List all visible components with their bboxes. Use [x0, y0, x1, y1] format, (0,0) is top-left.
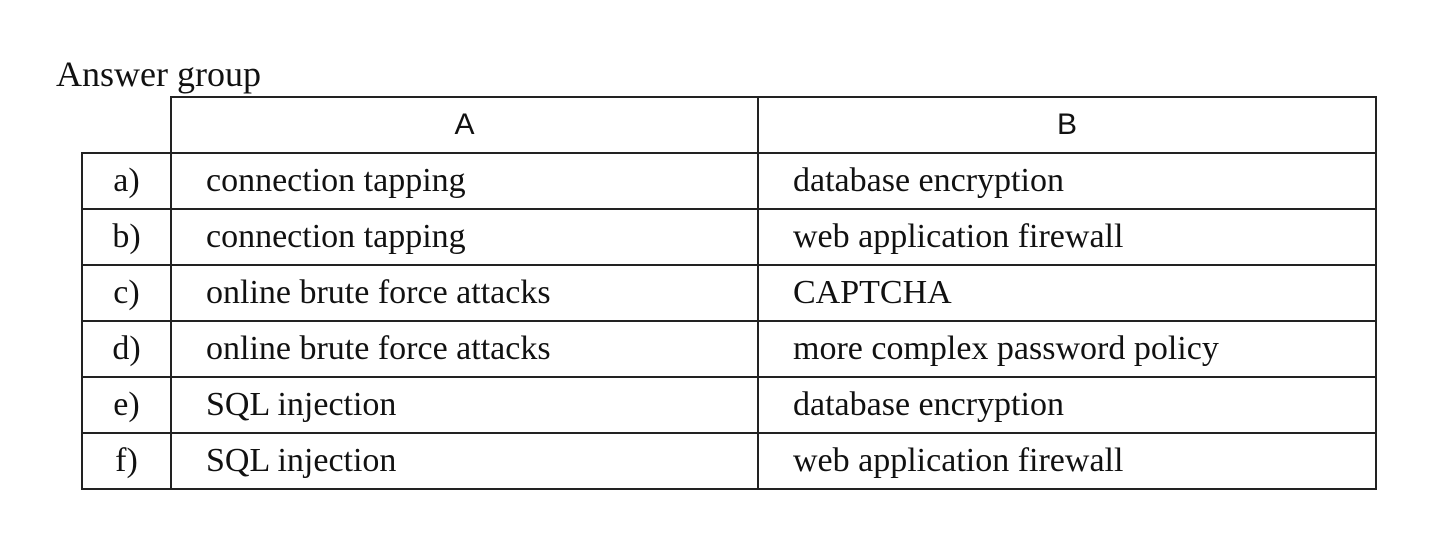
row-key: b) [81, 208, 172, 266]
column-b-cell: CAPTCHA [757, 264, 1377, 322]
table-corner-cell [82, 97, 172, 154]
row-key: e) [81, 376, 172, 434]
row-key: d) [81, 320, 172, 378]
table-row: c) online brute force attacks CAPTCHA [81, 264, 1377, 322]
column-header-b: B [757, 96, 1377, 154]
row-key: f) [81, 432, 172, 490]
column-b-cell: web application firewall [757, 208, 1377, 266]
column-b-cell: web application firewall [757, 432, 1377, 490]
table-row: d) online brute force attacks more compl… [81, 320, 1377, 378]
column-a-cell: online brute force attacks [170, 264, 759, 322]
table-row: f) SQL injection web application firewal… [81, 432, 1377, 490]
answer-table: A B a) connection tapping database encry… [81, 96, 1377, 490]
table-row: e) SQL injection database encryption [81, 376, 1377, 434]
column-a-cell: online brute force attacks [170, 320, 759, 378]
column-b-cell: database encryption [757, 152, 1377, 210]
table-row: b) connection tapping web application fi… [81, 208, 1377, 266]
column-b-cell: more complex password policy [757, 320, 1377, 378]
column-b-cell: database encryption [757, 376, 1377, 434]
column-a-cell: SQL injection [170, 376, 759, 434]
table-row: a) connection tapping database encryptio… [81, 152, 1377, 210]
column-a-cell: connection tapping [170, 208, 759, 266]
column-header-a: A [170, 96, 759, 154]
row-key: c) [81, 264, 172, 322]
column-a-cell: SQL injection [170, 432, 759, 490]
row-key: a) [81, 152, 172, 210]
column-a-cell: connection tapping [170, 152, 759, 210]
answer-group-title: Answer group [56, 54, 261, 94]
table-header-row: A B [82, 96, 1377, 154]
